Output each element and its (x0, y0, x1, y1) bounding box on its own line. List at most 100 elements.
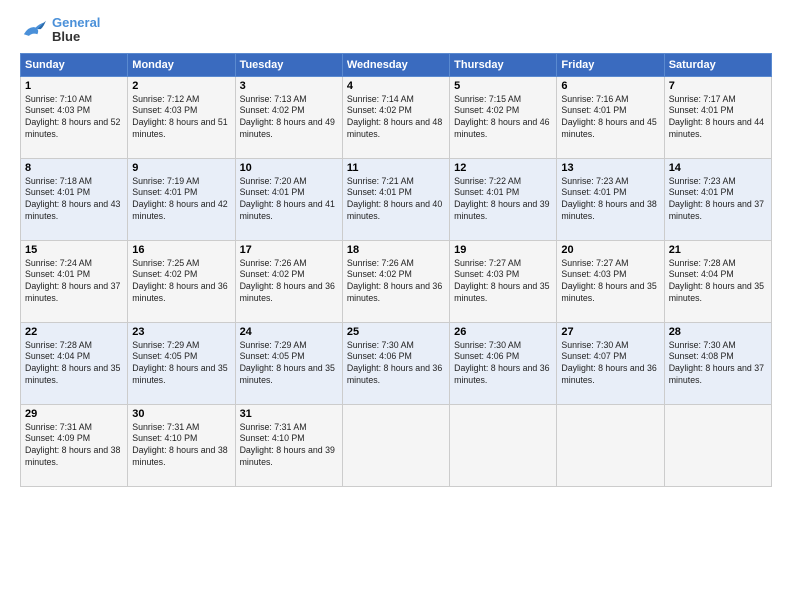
day-number: 3 (240, 80, 338, 92)
day-info: Sunrise: 7:17 AM Sunset: 4:01 PM Dayligh… (669, 94, 767, 142)
day-info: Sunrise: 7:30 AM Sunset: 4:07 PM Dayligh… (561, 340, 659, 388)
day-cell (450, 404, 557, 486)
day-cell: 30 Sunrise: 7:31 AM Sunset: 4:10 PM Dayl… (128, 404, 235, 486)
day-cell: 2 Sunrise: 7:12 AM Sunset: 4:03 PM Dayli… (128, 76, 235, 158)
day-cell: 28 Sunrise: 7:30 AM Sunset: 4:08 PM Dayl… (664, 322, 771, 404)
day-number: 18 (347, 244, 445, 256)
day-number: 30 (132, 408, 230, 420)
day-cell: 7 Sunrise: 7:17 AM Sunset: 4:01 PM Dayli… (664, 76, 771, 158)
day-cell: 3 Sunrise: 7:13 AM Sunset: 4:02 PM Dayli… (235, 76, 342, 158)
day-info: Sunrise: 7:19 AM Sunset: 4:01 PM Dayligh… (132, 176, 230, 224)
day-info: Sunrise: 7:31 AM Sunset: 4:10 PM Dayligh… (132, 422, 230, 470)
col-header-wednesday: Wednesday (342, 53, 449, 76)
day-number: 23 (132, 326, 230, 338)
header-row: SundayMondayTuesdayWednesdayThursdayFrid… (21, 53, 772, 76)
col-header-saturday: Saturday (664, 53, 771, 76)
day-info: Sunrise: 7:29 AM Sunset: 4:05 PM Dayligh… (132, 340, 230, 388)
day-number: 8 (25, 162, 123, 174)
page: General Blue SundayMondayTuesdayWednesda… (0, 0, 792, 612)
day-cell: 18 Sunrise: 7:26 AM Sunset: 4:02 PM Dayl… (342, 240, 449, 322)
day-cell: 27 Sunrise: 7:30 AM Sunset: 4:07 PM Dayl… (557, 322, 664, 404)
day-cell: 16 Sunrise: 7:25 AM Sunset: 4:02 PM Dayl… (128, 240, 235, 322)
day-info: Sunrise: 7:14 AM Sunset: 4:02 PM Dayligh… (347, 94, 445, 142)
day-number: 14 (669, 162, 767, 174)
day-info: Sunrise: 7:31 AM Sunset: 4:10 PM Dayligh… (240, 422, 338, 470)
week-row-3: 15 Sunrise: 7:24 AM Sunset: 4:01 PM Dayl… (21, 240, 772, 322)
col-header-friday: Friday (557, 53, 664, 76)
week-row-1: 1 Sunrise: 7:10 AM Sunset: 4:03 PM Dayli… (21, 76, 772, 158)
week-row-5: 29 Sunrise: 7:31 AM Sunset: 4:09 PM Dayl… (21, 404, 772, 486)
day-info: Sunrise: 7:23 AM Sunset: 4:01 PM Dayligh… (561, 176, 659, 224)
day-info: Sunrise: 7:31 AM Sunset: 4:09 PM Dayligh… (25, 422, 123, 470)
day-cell: 10 Sunrise: 7:20 AM Sunset: 4:01 PM Dayl… (235, 158, 342, 240)
week-row-4: 22 Sunrise: 7:28 AM Sunset: 4:04 PM Dayl… (21, 322, 772, 404)
day-cell: 9 Sunrise: 7:19 AM Sunset: 4:01 PM Dayli… (128, 158, 235, 240)
day-cell: 20 Sunrise: 7:27 AM Sunset: 4:03 PM Dayl… (557, 240, 664, 322)
day-info: Sunrise: 7:24 AM Sunset: 4:01 PM Dayligh… (25, 258, 123, 306)
day-number: 16 (132, 244, 230, 256)
day-cell: 12 Sunrise: 7:22 AM Sunset: 4:01 PM Dayl… (450, 158, 557, 240)
day-info: Sunrise: 7:22 AM Sunset: 4:01 PM Dayligh… (454, 176, 552, 224)
day-cell: 11 Sunrise: 7:21 AM Sunset: 4:01 PM Dayl… (342, 158, 449, 240)
day-cell: 17 Sunrise: 7:26 AM Sunset: 4:02 PM Dayl… (235, 240, 342, 322)
day-cell: 22 Sunrise: 7:28 AM Sunset: 4:04 PM Dayl… (21, 322, 128, 404)
day-number: 21 (669, 244, 767, 256)
day-info: Sunrise: 7:26 AM Sunset: 4:02 PM Dayligh… (240, 258, 338, 306)
day-info: Sunrise: 7:21 AM Sunset: 4:01 PM Dayligh… (347, 176, 445, 224)
day-info: Sunrise: 7:15 AM Sunset: 4:02 PM Dayligh… (454, 94, 552, 142)
day-cell: 21 Sunrise: 7:28 AM Sunset: 4:04 PM Dayl… (664, 240, 771, 322)
logo-text: General Blue (52, 16, 100, 45)
day-cell: 15 Sunrise: 7:24 AM Sunset: 4:01 PM Dayl… (21, 240, 128, 322)
day-cell: 1 Sunrise: 7:10 AM Sunset: 4:03 PM Dayli… (21, 76, 128, 158)
day-cell: 19 Sunrise: 7:27 AM Sunset: 4:03 PM Dayl… (450, 240, 557, 322)
day-cell (664, 404, 771, 486)
col-header-monday: Monday (128, 53, 235, 76)
day-cell (342, 404, 449, 486)
col-header-tuesday: Tuesday (235, 53, 342, 76)
day-info: Sunrise: 7:30 AM Sunset: 4:06 PM Dayligh… (347, 340, 445, 388)
logo: General Blue (20, 16, 100, 45)
day-number: 7 (669, 80, 767, 92)
day-info: Sunrise: 7:12 AM Sunset: 4:03 PM Dayligh… (132, 94, 230, 142)
day-cell: 26 Sunrise: 7:30 AM Sunset: 4:06 PM Dayl… (450, 322, 557, 404)
day-cell: 5 Sunrise: 7:15 AM Sunset: 4:02 PM Dayli… (450, 76, 557, 158)
day-info: Sunrise: 7:28 AM Sunset: 4:04 PM Dayligh… (669, 258, 767, 306)
header: General Blue (20, 16, 772, 45)
day-number: 29 (25, 408, 123, 420)
calendar-table: SundayMondayTuesdayWednesdayThursdayFrid… (20, 53, 772, 487)
day-number: 2 (132, 80, 230, 92)
col-header-sunday: Sunday (21, 53, 128, 76)
day-number: 22 (25, 326, 123, 338)
day-cell: 29 Sunrise: 7:31 AM Sunset: 4:09 PM Dayl… (21, 404, 128, 486)
day-number: 4 (347, 80, 445, 92)
day-number: 10 (240, 162, 338, 174)
day-number: 5 (454, 80, 552, 92)
day-number: 25 (347, 326, 445, 338)
day-cell: 24 Sunrise: 7:29 AM Sunset: 4:05 PM Dayl… (235, 322, 342, 404)
day-number: 26 (454, 326, 552, 338)
day-number: 15 (25, 244, 123, 256)
col-header-thursday: Thursday (450, 53, 557, 76)
day-number: 1 (25, 80, 123, 92)
day-cell: 8 Sunrise: 7:18 AM Sunset: 4:01 PM Dayli… (21, 158, 128, 240)
day-number: 19 (454, 244, 552, 256)
week-row-2: 8 Sunrise: 7:18 AM Sunset: 4:01 PM Dayli… (21, 158, 772, 240)
day-number: 9 (132, 162, 230, 174)
day-info: Sunrise: 7:27 AM Sunset: 4:03 PM Dayligh… (454, 258, 552, 306)
day-info: Sunrise: 7:16 AM Sunset: 4:01 PM Dayligh… (561, 94, 659, 142)
day-number: 17 (240, 244, 338, 256)
day-cell: 31 Sunrise: 7:31 AM Sunset: 4:10 PM Dayl… (235, 404, 342, 486)
day-info: Sunrise: 7:10 AM Sunset: 4:03 PM Dayligh… (25, 94, 123, 142)
day-cell: 14 Sunrise: 7:23 AM Sunset: 4:01 PM Dayl… (664, 158, 771, 240)
day-number: 12 (454, 162, 552, 174)
day-cell: 6 Sunrise: 7:16 AM Sunset: 4:01 PM Dayli… (557, 76, 664, 158)
day-info: Sunrise: 7:28 AM Sunset: 4:04 PM Dayligh… (25, 340, 123, 388)
day-number: 20 (561, 244, 659, 256)
day-info: Sunrise: 7:29 AM Sunset: 4:05 PM Dayligh… (240, 340, 338, 388)
day-number: 11 (347, 162, 445, 174)
day-info: Sunrise: 7:23 AM Sunset: 4:01 PM Dayligh… (669, 176, 767, 224)
day-info: Sunrise: 7:30 AM Sunset: 4:08 PM Dayligh… (669, 340, 767, 388)
logo-icon (20, 19, 48, 41)
day-info: Sunrise: 7:18 AM Sunset: 4:01 PM Dayligh… (25, 176, 123, 224)
day-info: Sunrise: 7:26 AM Sunset: 4:02 PM Dayligh… (347, 258, 445, 306)
